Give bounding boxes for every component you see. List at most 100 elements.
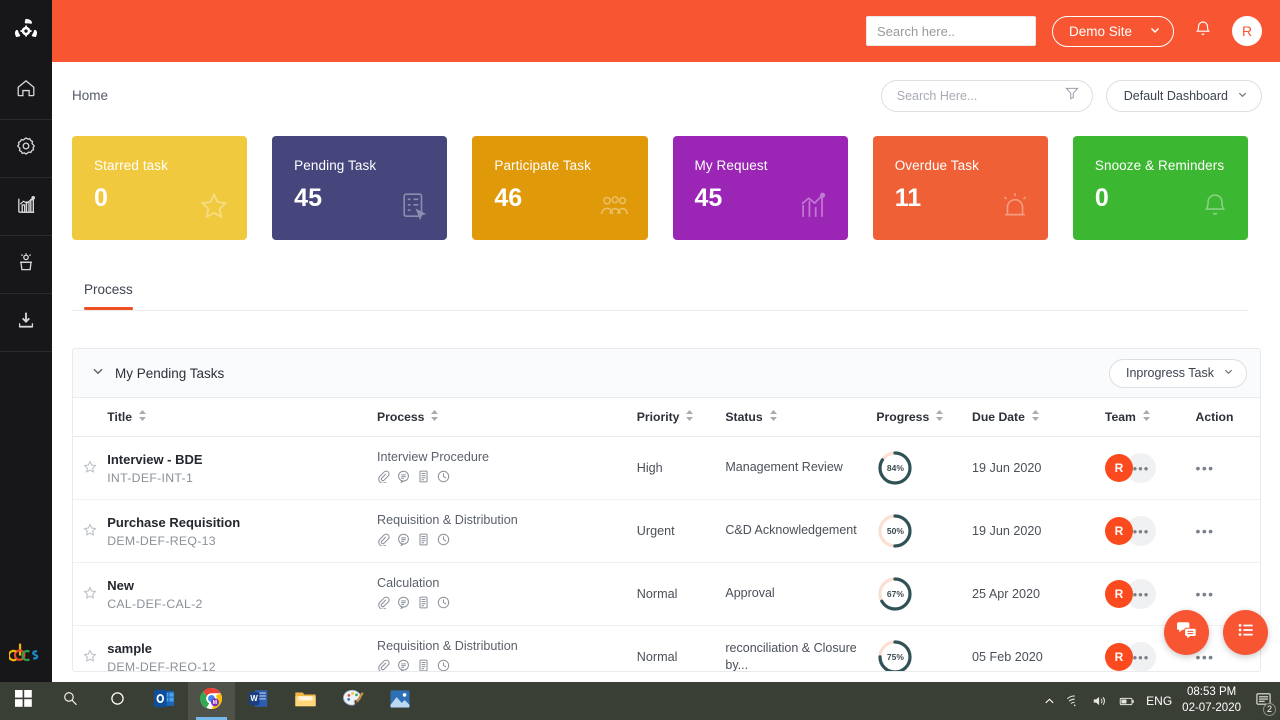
column-header-progress[interactable]: Progress (876, 398, 972, 437)
sort-icon[interactable] (685, 410, 694, 424)
bell-icon (1200, 191, 1230, 226)
attachment-icon[interactable] (377, 533, 390, 549)
volume-icon[interactable] (1092, 694, 1108, 708)
avatar[interactable]: R (1105, 580, 1133, 608)
column-label: Due Date (972, 410, 1025, 424)
sidebar-item-downloads[interactable] (0, 294, 52, 352)
clock-icon[interactable] (437, 470, 450, 486)
notes-icon[interactable] (417, 596, 430, 612)
kpi-card-snooze-reminders[interactable]: Snooze & Reminders0 (1073, 136, 1248, 240)
tab-bar: Process (72, 274, 1248, 311)
sidebar-item-analytics[interactable] (0, 178, 52, 236)
row-actions-button[interactable]: ••• (1196, 523, 1215, 539)
kpi-card-overdue-task[interactable]: Overdue Task11 (873, 136, 1048, 240)
clock-icon[interactable] (437, 596, 450, 612)
row-actions-button[interactable]: ••• (1196, 460, 1215, 476)
taskbar-start-button[interactable] (0, 682, 47, 720)
attachment-icon[interactable] (377, 596, 390, 612)
kpi-card-participate-task[interactable]: Participate Task46 (472, 136, 647, 240)
action-center-button[interactable]: 2 (1251, 691, 1272, 712)
sort-icon[interactable] (138, 410, 147, 424)
star-icon[interactable] (83, 652, 97, 666)
taskbar-file-explorer-button[interactable] (282, 682, 329, 720)
tray-language[interactable]: ENG (1146, 694, 1172, 708)
attachment-icon[interactable] (377, 659, 390, 672)
notes-icon[interactable] (417, 470, 430, 486)
column-header-process[interactable]: Process (377, 398, 637, 437)
notes-icon[interactable] (417, 659, 430, 672)
avatar[interactable]: R (1105, 517, 1133, 545)
table-row[interactable]: sampleDEM-DEF-REQ-12Requisition & Distri… (73, 626, 1260, 673)
table-row[interactable]: Interview - BDEINT-DEF-INT-1Interview Pr… (73, 437, 1260, 500)
task-filter-selector[interactable]: Inprogress Task (1109, 359, 1247, 388)
team-cell: R••• (1105, 437, 1196, 500)
kpi-card-starred-task[interactable]: Starred task0 (72, 136, 247, 240)
taskbar-outlook-button[interactable] (141, 682, 188, 720)
task-title[interactable]: sample (107, 640, 377, 659)
column-label: Action (1196, 410, 1234, 424)
comment-icon[interactable] (397, 596, 410, 612)
site-selector[interactable]: Demo Site (1052, 16, 1174, 47)
kpi-card-my-request[interactable]: My Request45 (673, 136, 848, 240)
chat-fab[interactable] (1164, 610, 1209, 655)
task-title[interactable]: New (107, 577, 377, 596)
avatar[interactable]: R (1105, 643, 1133, 671)
comment-icon[interactable] (397, 659, 410, 672)
menu-fab[interactable] (1223, 610, 1268, 655)
column-header-due-date[interactable]: Due Date (972, 398, 1105, 437)
due-date-value: 05 Feb 2020 (972, 650, 1043, 664)
clock-icon[interactable] (437, 659, 450, 672)
taskbar-search-button[interactable] (47, 682, 94, 720)
table-row[interactable]: Purchase RequisitionDEM-DEF-REQ-13Requis… (73, 500, 1260, 563)
kpi-card-pending-task[interactable]: Pending Task45 (272, 136, 447, 240)
star-icon[interactable] (83, 589, 97, 603)
progress-ring: 84% (876, 449, 914, 487)
taskbar-word-button[interactable]: W (235, 682, 282, 720)
process-icons (377, 659, 637, 672)
row-actions-button[interactable]: ••• (1196, 586, 1215, 602)
dashboard-search[interactable] (881, 80, 1093, 112)
clock-icon[interactable] (437, 533, 450, 549)
sort-icon[interactable] (1031, 410, 1040, 424)
table-row[interactable]: NewCAL-DEF-CAL-2CalculationNormalApprova… (73, 563, 1260, 626)
filter-icon[interactable] (1064, 85, 1080, 106)
comment-icon[interactable] (397, 533, 410, 549)
user-avatar[interactable]: R (1232, 16, 1262, 46)
taskbar-paint-button[interactable] (329, 682, 376, 720)
attachment-icon[interactable] (377, 470, 390, 486)
sidebar-item-presentation[interactable] (0, 236, 52, 294)
dashboard-selector[interactable]: Default Dashboard (1106, 80, 1262, 112)
wifi-icon[interactable] (1066, 694, 1082, 708)
taskbar-photos-button[interactable] (376, 682, 423, 720)
sort-icon[interactable] (1142, 410, 1151, 424)
avatar[interactable]: R (1105, 454, 1133, 482)
process-name: Requisition & Distribution (377, 639, 637, 653)
column-header-status[interactable]: Status (725, 398, 876, 437)
star-icon[interactable] (83, 463, 97, 477)
sort-icon[interactable] (769, 410, 778, 424)
notifications-button[interactable] (1190, 16, 1216, 46)
process-cell: Calculation (377, 563, 637, 626)
column-header-title[interactable]: Title (107, 398, 377, 437)
taskbar-chrome-button[interactable]: M (188, 682, 235, 720)
notes-icon[interactable] (417, 533, 430, 549)
tab-process[interactable]: Process (72, 274, 145, 309)
column-header-team[interactable]: Team (1105, 398, 1196, 437)
sidebar-item-home[interactable] (0, 62, 52, 120)
battery-icon[interactable] (1118, 695, 1136, 708)
dashboard-search-input[interactable] (897, 89, 1064, 103)
chevron-down-icon[interactable] (91, 364, 105, 383)
sidebar-item-settings[interactable] (0, 120, 52, 178)
sort-icon[interactable] (430, 410, 439, 424)
global-search-input[interactable] (866, 16, 1036, 46)
chevron-up-icon[interactable] (1043, 695, 1056, 708)
sort-icon[interactable] (935, 410, 944, 424)
task-title[interactable]: Interview - BDE (107, 451, 377, 470)
tray-clock[interactable]: 08:53 PM 02-07-2020 (1182, 685, 1241, 716)
column-header-priority[interactable]: Priority (637, 398, 726, 437)
taskbar-cortana-button[interactable] (94, 682, 141, 720)
star-icon[interactable] (83, 526, 97, 540)
task-title[interactable]: Purchase Requisition (107, 514, 377, 533)
siren-icon (1000, 191, 1030, 226)
comment-icon[interactable] (397, 470, 410, 486)
